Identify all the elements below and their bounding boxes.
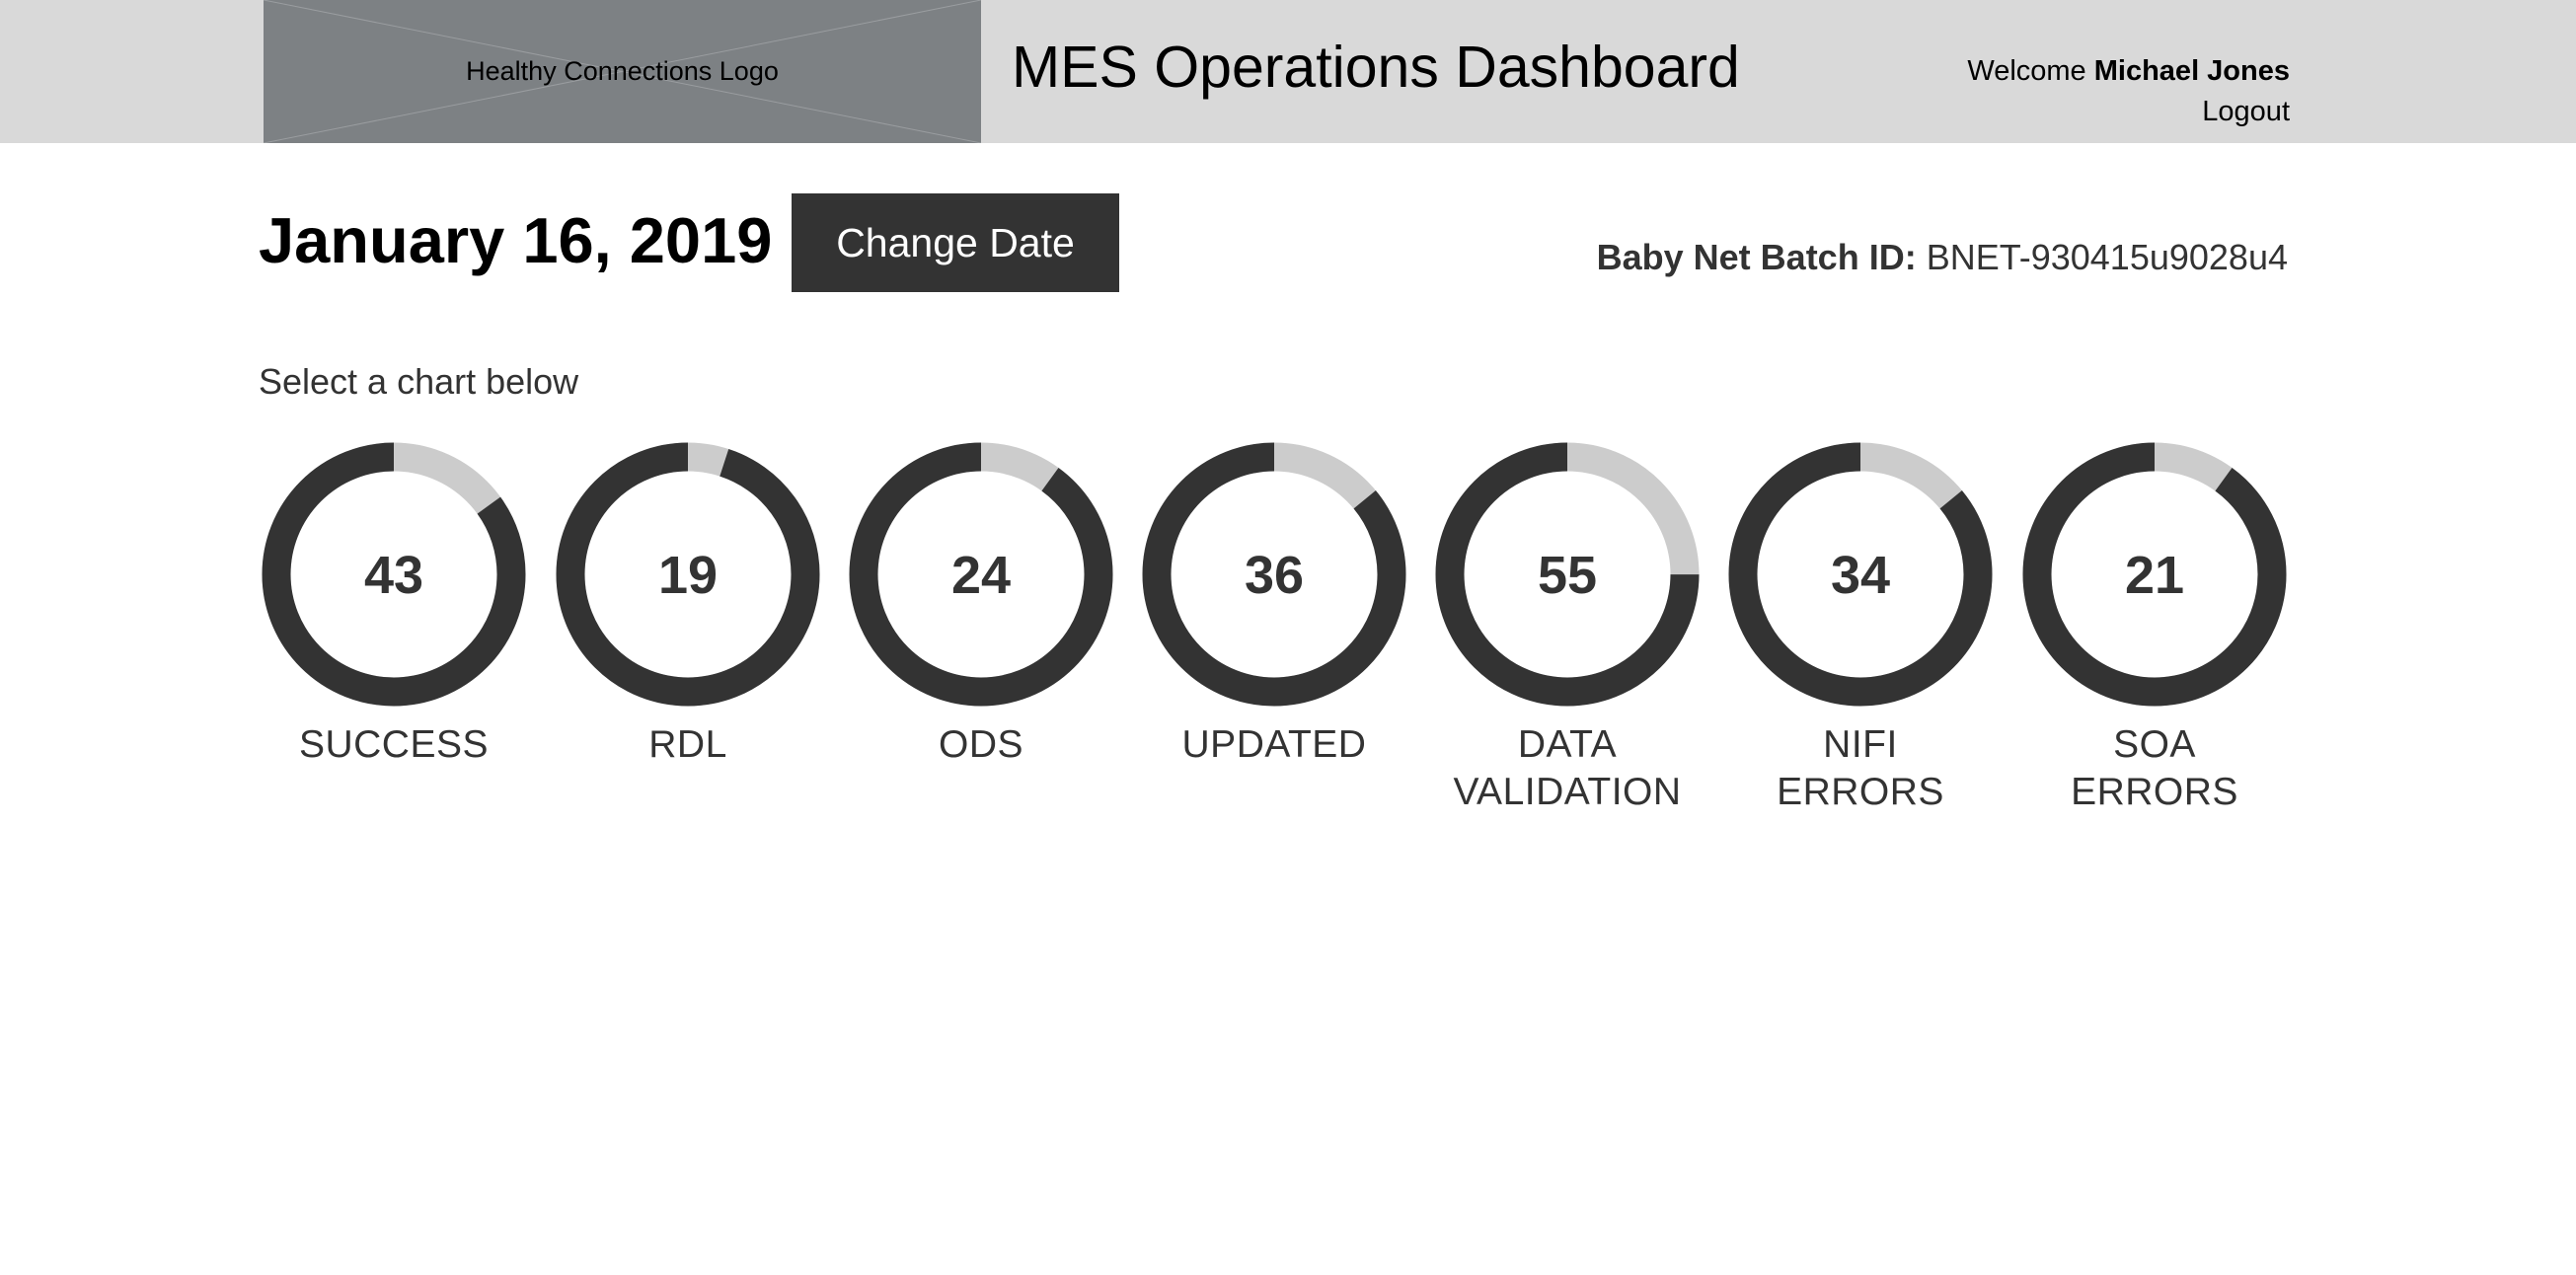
page-title: MES Operations Dashboard (1012, 35, 1740, 100)
donut-value: 24 (951, 546, 1011, 605)
donut-label-line: UPDATED (1181, 723, 1367, 766)
donut-label: NIFI ERRORS (1727, 721, 1994, 816)
donut-label-line: NIFI (1823, 723, 1898, 766)
donut-value: 21 (2125, 546, 2184, 605)
chart-select-prompt: Select a chart below (259, 361, 579, 402)
donut-graphic: 55 (1435, 442, 1700, 707)
user-menu: Welcome Michael Jones Logout (1967, 51, 2290, 132)
welcome-line: Welcome Michael Jones (1967, 51, 2290, 92)
donut-value: 36 (1245, 546, 1304, 605)
logo-text: Healthy Connections Logo (466, 56, 779, 86)
donut-label-line: SOA (2113, 723, 2196, 766)
donut-chart[interactable]: 21 SOA ERRORS (2021, 441, 2288, 816)
donut-label: ODS (848, 721, 1114, 769)
logo-placeholder[interactable]: Healthy Connections Logo (264, 0, 981, 143)
donut-value: 43 (364, 546, 423, 605)
donut-label-line: ODS (938, 723, 1023, 766)
donut-label-line: RDL (648, 723, 727, 766)
donut-value: 55 (1538, 546, 1597, 605)
logout-link[interactable]: Logout (1967, 92, 2290, 132)
donut-chart[interactable]: 34 NIFI ERRORS (1727, 441, 1994, 816)
donut-chart[interactable]: 36 UPDATED (1141, 441, 1407, 769)
batch-id-display: Baby Net Batch ID: BNET-930415u9028u4 (1597, 237, 2288, 278)
donut-label: SOA ERRORS (2021, 721, 2288, 816)
donut-label-line: SUCCESS (298, 723, 490, 766)
donut-label-line: ERRORS (2071, 771, 2238, 813)
batch-id-value: BNET-930415u9028u4 (1926, 237, 2288, 277)
user-name: Michael Jones (2093, 55, 2290, 87)
donut-graphic: 24 (849, 442, 1113, 707)
donut-label-line: ERRORS (1777, 771, 1944, 813)
batch-id-label: Baby Net Batch ID: (1596, 237, 1917, 277)
donut-label-line: VALIDATION (1453, 771, 1682, 813)
donut-label: UPDATED (1141, 721, 1407, 769)
header-bar: Healthy Connections Logo MES Operations … (0, 0, 2576, 143)
selected-date: January 16, 2019 (259, 204, 773, 276)
donut-graphic: 19 (556, 442, 820, 707)
donut-graphic: 34 (1728, 442, 1993, 707)
donut-graphic: 43 (262, 442, 526, 707)
change-date-button[interactable]: Change Date (792, 193, 1119, 292)
welcome-prefix: Welcome (1967, 55, 2086, 87)
donut-label: SUCCESS (261, 721, 527, 769)
donut-graphic: 36 (1142, 442, 1406, 707)
donut-graphic: 21 (2022, 442, 2287, 707)
donut-label-line: DATA (1517, 723, 1618, 766)
donut-label: DATA VALIDATION (1434, 721, 1701, 816)
donut-chart[interactable]: 19 RDL (555, 441, 821, 769)
donut-chart[interactable]: 43 SUCCESS (261, 441, 527, 769)
donut-value: 19 (658, 546, 718, 605)
donut-chart[interactable]: 55 DATA VALIDATION (1434, 441, 1701, 816)
donut-value: 34 (1831, 546, 1890, 605)
donut-chart[interactable]: 24 ODS (848, 441, 1114, 769)
donut-label: RDL (555, 721, 821, 769)
